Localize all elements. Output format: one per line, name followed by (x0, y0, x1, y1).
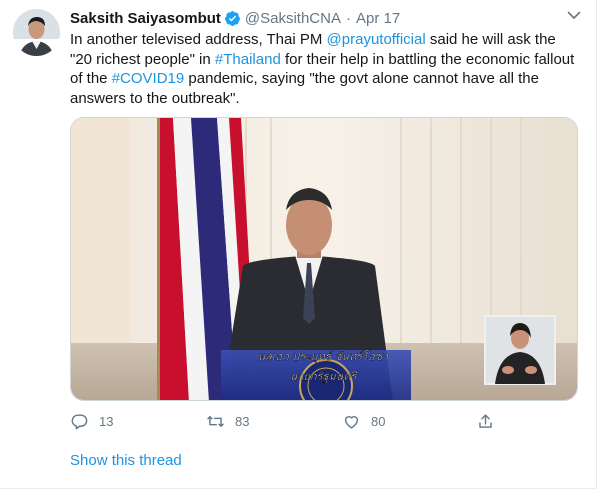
tweet-header: Saksith Saiyasombut @SaksithCNA · Apr 17 (70, 8, 400, 28)
avatar-image (13, 9, 60, 56)
tweet-text-part: In another televised address, Thai PM (70, 31, 327, 48)
tweet-media-image[interactable]: พลเอก ประยุทธ์ จันทร์โอชา นายกรัฐมนตรี (70, 117, 578, 401)
sign-language-inset (484, 315, 556, 385)
tweet-date[interactable]: Apr 17 (356, 10, 400, 27)
caption-title: นายกรัฐมนตรี (290, 370, 359, 383)
heart-icon (344, 416, 359, 429)
tweet-text: In another televised address, Thai PM @p… (70, 30, 580, 108)
chevron-down-icon[interactable] (567, 10, 581, 20)
tweet-card[interactable]: Saksith Saiyasombut @SaksithCNA · Apr 17… (0, 0, 597, 489)
header-separator: · (345, 9, 351, 27)
tweet-actions: 13 83 80 (70, 412, 510, 432)
avatar[interactable] (13, 9, 60, 56)
reply-button[interactable]: 13 (70, 412, 113, 431)
retweet-button[interactable]: 83 (206, 412, 249, 431)
author-name[interactable]: Saksith Saiyasombut (70, 10, 221, 27)
hashtag-link-covid19[interactable]: #COVID19 (112, 70, 185, 87)
mention-link[interactable]: @prayutofficial (327, 31, 426, 48)
reply-icon (71, 414, 88, 430)
share-icon (479, 414, 492, 428)
hashtag-link-thailand[interactable]: #Thailand (215, 51, 281, 68)
video-frame: พลเอก ประยุทธ์ จันทร์โอชา นายกรัฐมนตรี (71, 118, 577, 400)
verified-badge-icon (224, 10, 240, 26)
caption-name: พลเอก ประยุทธ์ จันทร์โอชา (258, 350, 389, 363)
like-button[interactable]: 80 (342, 412, 385, 431)
share-button[interactable] (476, 412, 495, 431)
like-count: 80 (371, 414, 386, 429)
retweet-count: 83 (235, 414, 250, 429)
retweet-icon (207, 416, 224, 427)
show-thread-link[interactable]: Show this thread (70, 452, 182, 469)
reply-count: 13 (99, 414, 114, 429)
author-handle[interactable]: @SaksithCNA (245, 10, 341, 27)
